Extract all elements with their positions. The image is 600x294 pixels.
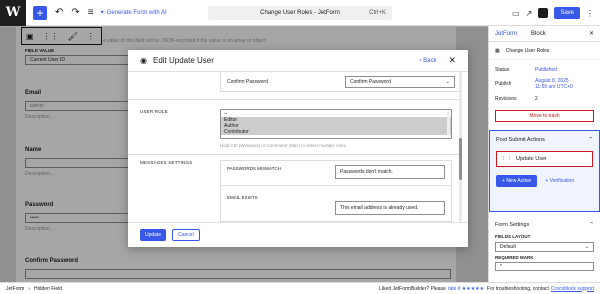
breadcrumb-separator-icon: › xyxy=(28,285,31,292)
update-user-action[interactable]: ⋮⋮ Update User xyxy=(496,151,593,167)
role-list-scrollbar[interactable] xyxy=(447,111,450,137)
breadcrumb-hidden-field[interactable]: Hidden Field xyxy=(34,286,62,292)
view-icon[interactable]: ▭ xyxy=(512,9,520,18)
post-submit-title[interactable]: Post Submit Actions xyxy=(496,137,545,143)
sparkle-icon: ✦ xyxy=(99,10,105,16)
confirm-password-select-value: Confirm Password xyxy=(350,78,391,85)
fields-layout-label: FIELDS LAYOUT xyxy=(495,234,531,239)
post-submit-panel: Post Submit Actions ⌃ ⋮⋮ Update User + N… xyxy=(489,130,600,212)
update-user-action-label: Update User xyxy=(516,156,547,162)
verification-button[interactable]: + Verification xyxy=(545,178,574,184)
publish-value[interactable]: August 8, 2025 11:55 am UTC+0 xyxy=(535,78,573,90)
password-mismatch-label: PASSWORDS MISMATCH xyxy=(227,166,281,171)
close-icon[interactable]: ✕ xyxy=(448,55,456,66)
status-footer: JetForm › Hidden Field Liked JetFormBuil… xyxy=(0,282,600,294)
document-overview-icon[interactable]: ≡ xyxy=(88,5,94,21)
modal-body: Confirm Password Confirm Password ⌄ USER… xyxy=(128,72,468,222)
chevron-down-icon: ⌄ xyxy=(584,244,589,250)
user-role-label: USER ROLE xyxy=(140,109,168,114)
messages-settings-panel: PASSWORDS MISMATCH Passwords don't match… xyxy=(220,160,452,222)
user-role-multiselect[interactable]: -- Editor Author Contributor xyxy=(220,109,452,139)
tab-block[interactable]: Block xyxy=(531,31,546,37)
document-title-bar[interactable]: Change User Roles - JetForm Ctrl+K xyxy=(208,6,392,20)
back-button[interactable]: ‹ Back xyxy=(419,58,436,64)
drag-handle-icon[interactable]: ⋮⋮ xyxy=(501,156,512,162)
status-label: Status xyxy=(495,66,510,73)
undo-icon[interactable]: ↶ xyxy=(55,5,63,21)
revisions-value[interactable]: 2 xyxy=(535,96,538,102)
command-shortcut: Ctrl+K xyxy=(369,10,386,16)
password-mismatch-input[interactable]: Passwords don't match. xyxy=(335,165,445,179)
confirm-password-select[interactable]: Confirm Password ⌄ xyxy=(345,75,455,88)
settings-sidebar: JetForm Block ✕ ▦ Change User Roles Stat… xyxy=(488,26,600,282)
messages-settings-label: MESSAGES SETTINGS xyxy=(140,160,193,165)
generate-ai-button[interactable]: ✦ Generate Form with AI xyxy=(99,9,167,17)
generate-ai-label: Generate Form with AI xyxy=(106,9,167,16)
modal-scroll-thumb[interactable] xyxy=(459,138,462,180)
form-layout-icon: ▦ xyxy=(495,47,500,54)
new-action-label: New Action xyxy=(506,178,532,184)
user-icon: ◉ xyxy=(140,56,147,65)
promo-text: Liked JetFormBuilder? Please xyxy=(379,285,446,292)
required-mark-input[interactable]: * xyxy=(495,262,594,271)
required-mark-label: REQUIRED MARK xyxy=(495,255,534,260)
status-value[interactable]: Published xyxy=(535,67,557,73)
verification-label: Verification xyxy=(549,178,575,184)
chevron-up-icon[interactable]: ⌃ xyxy=(588,137,593,143)
promo-text-2: . For troubleshooting, contact xyxy=(484,285,549,292)
breadcrumb-jetform[interactable]: JetForm xyxy=(6,286,24,292)
chevron-down-icon: ⌄ xyxy=(445,78,450,85)
modal-header: ◉ Edit Update User ‹ Back ✕ xyxy=(128,50,468,72)
email-exists-input[interactable]: This email address is already used. xyxy=(335,201,445,215)
publish-label: Publish xyxy=(495,81,512,87)
settings-panel-icon[interactable] xyxy=(538,8,549,18)
cancel-button[interactable]: Cancel xyxy=(172,229,200,241)
form-name: Change User Roles xyxy=(505,47,550,54)
publish-time: 11:55 am UTC+0 xyxy=(535,84,573,90)
fields-layout-value: Default xyxy=(500,244,516,250)
tab-jetform[interactable]: JetForm xyxy=(495,31,517,37)
redo-icon[interactable]: ↷ xyxy=(71,5,79,21)
new-action-button[interactable]: + New Action xyxy=(496,175,538,187)
fields-layout-select[interactable]: Default ⌄ xyxy=(495,242,594,252)
top-toolbar: W + ↶ ↷ ≡ ✦ Generate Form with AI Change… xyxy=(0,0,600,26)
wordpress-logo-icon[interactable]: W xyxy=(0,0,26,26)
more-options-icon[interactable]: ⋮ xyxy=(586,9,594,18)
close-sidebar-icon[interactable]: ✕ xyxy=(589,30,594,37)
move-to-trash-button[interactable]: Move to trash xyxy=(495,110,594,122)
add-block-button[interactable]: + xyxy=(33,5,47,20)
back-label: Back xyxy=(423,57,437,64)
revisions-label: Revisions xyxy=(495,95,517,102)
save-button[interactable]: Save xyxy=(554,7,580,19)
confirm-password-row: Confirm Password Confirm Password ⌄ xyxy=(220,72,462,92)
edit-update-user-modal: ◉ Edit Update User ‹ Back ✕ Confirm Pass… xyxy=(128,50,468,247)
confirm-password-map-label: Confirm Password xyxy=(227,78,268,85)
document-title: Change User Roles - JetForm xyxy=(260,10,340,16)
rate-link[interactable]: rate it ★★★★★ xyxy=(448,286,484,292)
form-settings-title[interactable]: Form Settings xyxy=(495,222,529,228)
support-link[interactable]: Crocoblock support xyxy=(551,286,594,292)
modal-title: Edit Update User xyxy=(152,56,214,65)
email-exists-label: EMAIL EXISTS xyxy=(227,195,258,200)
external-link-icon[interactable]: ↗ xyxy=(526,9,533,18)
update-button[interactable]: Update xyxy=(140,229,167,241)
role-help-text: Hold Ctrl (Windows) or Command (Mac) to … xyxy=(220,143,348,148)
modal-footer: Update Cancel xyxy=(128,222,468,247)
chevron-up-icon[interactable]: ⌃ xyxy=(589,222,594,228)
sidebar-tabs: JetForm Block ✕ xyxy=(489,26,600,42)
modal-scrollbar[interactable] xyxy=(459,72,462,222)
role-option[interactable]: Contributor xyxy=(221,129,451,135)
